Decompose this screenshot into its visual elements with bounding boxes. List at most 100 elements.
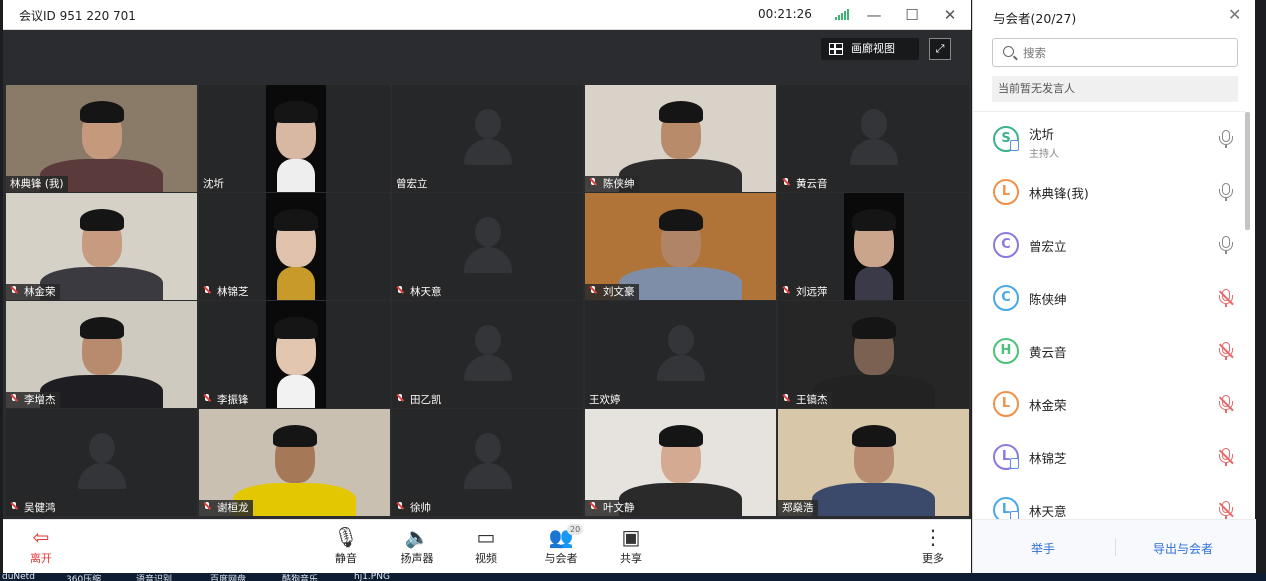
mute-button[interactable]: 🎙 静音 [316,524,376,570]
mic-muted-icon[interactable] [1219,501,1233,519]
participant-name-label: 刘远萍 [778,284,832,300]
fullscreen-icon[interactable]: ⤢ [929,38,951,60]
participant-name-label: 谢桓龙 [199,500,253,516]
participant-name-label: 林金荣 [6,284,60,300]
video-tile[interactable]: 林天意 [392,193,583,300]
mic-muted-icon [396,394,404,404]
mic-muted-icon[interactable] [1219,448,1233,466]
participant-name: 谢桓龙 [217,502,249,514]
video-grid: 林典锋 (我) 沈圻 曾宏立 陈侠绅 黄云音林金荣 林锦芝 林天意 刘文豪 刘远萍李增杰 李振锋 田… [6,85,969,517]
participant-row-name: 曾宏立 [1029,239,1067,254]
participant-name: 王镐杰 [796,394,828,406]
panel-scrollbar[interactable] [1245,112,1250,230]
video-tile[interactable]: 李增杰 [6,301,197,408]
meeting-timer: 00:21:26 [758,7,812,21]
grid-icon [829,43,843,55]
gallery-view-button[interactable]: 画廊视图 [821,38,919,60]
participant-row[interactable]: H 黄云音 [973,324,1245,377]
participant-video [266,85,326,192]
video-tile[interactable]: 沈圻 [199,85,390,192]
video-tile[interactable]: 林典锋 (我) [6,85,197,192]
microphone-icon[interactable] [1219,236,1233,254]
video-tile[interactable]: 谢桓龙 [199,409,390,516]
video-button[interactable]: ▭ 视频 [456,524,516,570]
panel-close-icon[interactable]: ✕ [1228,5,1241,24]
avatar: H [993,338,1019,364]
participant-row[interactable]: L 林天意 [973,483,1245,519]
participant-name: 黄云音 [796,178,828,190]
participant-row[interactable]: L 林金荣 [973,377,1245,430]
participant-row[interactable]: L 林典锋(我) [973,165,1245,218]
video-tile[interactable]: 刘文豪 [585,193,776,300]
participant-name-label: 徐帅 [392,500,435,516]
participant-list: S 沈圻 主持人 L 林典锋(我) C 曾宏立 C 陈侠绅 H 黄云音 L 林金荣 L 林锦芝 L 林天意 [973,111,1245,519]
video-tile[interactable]: 王镐杰 [778,301,969,408]
panel-footer: 举手 导出与会者 [973,519,1256,573]
video-tile[interactable]: 田乙凯 [392,301,583,408]
taskbar-item[interactable]: 语音识别 [136,573,172,581]
participant-name: 李振锋 [217,394,249,406]
minimize-icon[interactable]: — [863,4,885,26]
meeting-toolbar: ⇦ 离开 🎙 静音 🔈 扬声器 ▭ 视频 👥 20 与会者 ▣ 共享 ⋮ 更多 [3,519,971,573]
participant-name-label: 刘文豪 [585,284,639,300]
participant-name-label: 叶文静 [585,500,639,516]
avatar-placeholder-icon [842,101,906,165]
leave-button[interactable]: ⇦ 离开 [11,524,71,570]
taskbar: duNetd 360压缩 语音识别 百度网盘 酷狗音乐 hj1.PNG [0,573,1266,581]
speaker-button[interactable]: 🔈 扬声器 [387,524,447,570]
mic-muted-icon [203,502,211,512]
participant-row[interactable]: C 陈侠绅 [973,271,1245,324]
search-input[interactable] [1023,44,1223,62]
mic-muted-icon[interactable] [1219,289,1233,307]
participant-name-label: 田乙凯 [392,392,446,408]
participant-row[interactable]: S 沈圻 主持人 [973,112,1245,165]
taskbar-item[interactable]: hj1.PNG [354,573,390,581]
microphone-icon[interactable] [1219,130,1233,148]
maximize-icon[interactable]: ☐ [901,4,923,26]
participant-name-label: 陈侠绅 [585,176,639,192]
video-tile[interactable]: 王欢婷 [585,301,776,408]
view-bar: 画廊视图 ⤢ [3,30,971,85]
mic-muted-icon [203,286,211,296]
video-tile[interactable]: 徐帅 [392,409,583,516]
video-tile[interactable]: 郑燊浩 [778,409,969,516]
taskbar-item[interactable]: 百度网盘 [210,573,246,581]
avatar-placeholder-icon [456,209,520,273]
video-tile[interactable]: 李振锋 [199,301,390,408]
participant-row[interactable]: C 曾宏立 [973,218,1245,271]
participant-name-label: 林锦芝 [199,284,253,300]
participant-name: 沈圻 [203,178,224,190]
taskbar-item[interactable]: 酷狗音乐 [282,573,318,581]
panel-title: 与会者(20/27) [993,11,1077,26]
export-participants-button[interactable]: 导出与会者 [1153,540,1213,557]
avatar: L [993,444,1019,470]
taskbar-item[interactable]: 360压缩 [66,573,101,581]
close-icon[interactable]: ✕ [939,4,961,26]
mobile-device-icon [1010,458,1019,469]
participant-name-label: 王欢婷 [585,392,625,408]
video-tile[interactable]: 林锦芝 [199,193,390,300]
raise-hand-button[interactable]: 举手 [1031,540,1055,557]
video-tile[interactable]: 黄云音 [778,85,969,192]
mic-muted-icon[interactable] [1219,395,1233,413]
video-tile[interactable]: 林金荣 [6,193,197,300]
microphone-icon[interactable] [1219,183,1233,201]
video-tile[interactable]: 刘远萍 [778,193,969,300]
participant-row[interactable]: L 林锦芝 [973,430,1245,483]
video-tile[interactable]: 陈侠绅 [585,85,776,192]
taskbar-item[interactable]: duNetd [2,573,35,581]
camera-icon: ▭ [476,525,496,549]
title-bar: 会议ID 951 220 701 00:21:26 — ☐ ✕ [3,0,971,30]
participant-name: 林锦芝 [217,286,249,298]
video-tile[interactable]: 叶文静 [585,409,776,516]
mic-muted-icon [782,394,790,404]
video-tile[interactable]: 曾宏立 [392,85,583,192]
participants-button[interactable]: 👥 20 与会者 [531,524,591,570]
more-button[interactable]: ⋮ 更多 [903,524,963,570]
participant-row-name: 黄云音 [1029,345,1067,360]
mic-muted-icon [10,394,18,404]
share-button[interactable]: ▣ 共享 [601,524,661,570]
video-tile[interactable]: 吴健鸿 [6,409,197,516]
participant-name-label: 郑燊浩 [778,500,818,516]
mic-muted-icon[interactable] [1219,342,1233,360]
